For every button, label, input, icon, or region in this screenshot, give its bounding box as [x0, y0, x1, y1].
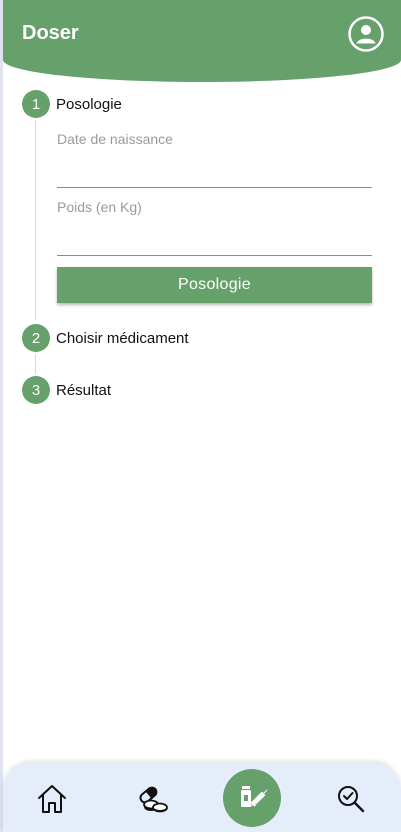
step-label: Choisir médicament	[56, 329, 189, 347]
search-check-icon[interactable]	[333, 781, 369, 817]
step-resultat[interactable]: 3 Résultat	[22, 376, 111, 404]
app-header: Doser	[3, 0, 401, 82]
step-choisir-medicament[interactable]: 2 Choisir médicament	[22, 324, 189, 352]
bottom-navigation	[3, 763, 401, 832]
dose-bottle-syringe-icon[interactable]	[223, 769, 281, 827]
stepper-connector	[35, 354, 36, 374]
user-circle-icon[interactable]	[348, 16, 384, 52]
page-title: Doser	[22, 22, 79, 44]
stepper-connector	[35, 120, 36, 320]
step-posologie[interactable]: 1 Posologie	[22, 90, 122, 118]
step-number-badge: 2	[22, 324, 50, 352]
home-icon[interactable]	[34, 781, 70, 817]
birthdate-field[interactable]	[57, 158, 372, 188]
step-number-badge: 1	[22, 90, 50, 118]
step-label: Posologie	[56, 95, 122, 113]
weight-field[interactable]	[57, 226, 372, 256]
step-label: Résultat	[56, 381, 112, 399]
left-edge-border	[0, 0, 3, 832]
pills-icon[interactable]	[133, 781, 171, 817]
step-number-badge: 3	[22, 376, 50, 404]
birthdate-label: Date de naissance	[57, 131, 173, 147]
weight-label: Poids (en Kg)	[57, 199, 142, 215]
posologie-button[interactable]: Posologie	[57, 267, 372, 303]
